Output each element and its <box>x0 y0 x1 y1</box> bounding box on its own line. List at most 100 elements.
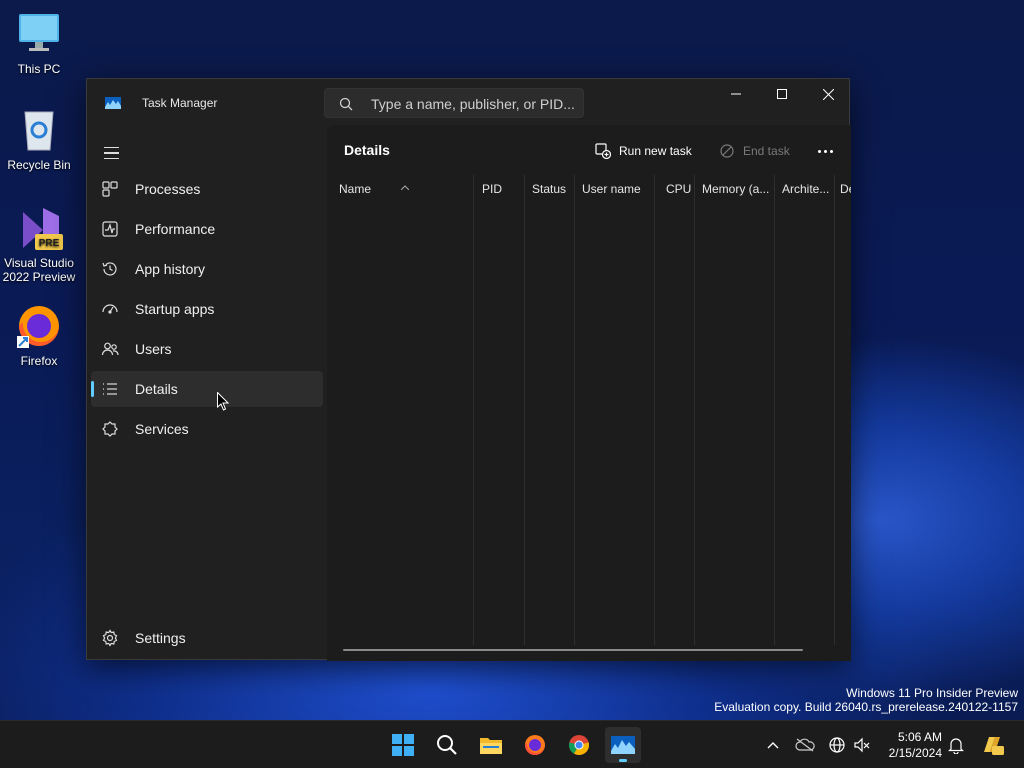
bell-icon <box>948 738 964 754</box>
column-divider[interactable] <box>574 175 575 645</box>
windows-logo-icon <box>392 734 414 756</box>
search-box[interactable] <box>324 88 584 118</box>
sidebar-item-settings[interactable]: Settings <box>91 620 323 656</box>
sidebar-item-users[interactable]: Users <box>91 331 323 367</box>
folder-icon <box>480 738 502 754</box>
more-options-button[interactable] <box>813 139 837 163</box>
column-divider[interactable] <box>654 175 655 645</box>
details-icon <box>101 380 119 398</box>
sidebar-item-label: Settings <box>135 630 186 646</box>
column-divider[interactable] <box>834 175 835 645</box>
sidebar-item-performance[interactable]: Performance <box>91 211 323 247</box>
start-button[interactable] <box>385 727 421 763</box>
column-header-cpu[interactable]: CPU <box>658 175 698 203</box>
performance-icon <box>101 220 119 238</box>
sidebar-item-label: Details <box>135 381 178 397</box>
sidebar-item-details[interactable]: Details <box>91 371 323 407</box>
search-icon <box>339 97 353 111</box>
gear-icon <box>101 629 119 647</box>
sidebar-item-label: Startup apps <box>135 301 215 317</box>
firefox-icon <box>525 735 545 755</box>
desktop-icon-label: This PC <box>17 62 61 76</box>
desktop-icon-firefox[interactable]: Firefox <box>0 302 78 368</box>
details-table: Name PID Status User name CPU Memory (a.… <box>331 175 851 645</box>
column-header-status[interactable]: Status <box>524 175 574 203</box>
active-app-indicator <box>619 759 627 762</box>
column-divider[interactable] <box>774 175 775 645</box>
column-header-user-name[interactable]: User name <box>574 175 654 203</box>
startup-apps-icon <box>101 300 119 318</box>
sidebar-item-label: Users <box>135 341 172 357</box>
minimize-icon <box>731 93 741 95</box>
notifications-button[interactable] <box>946 735 966 755</box>
chevron-up-icon <box>767 742 779 749</box>
end-task-button[interactable]: End task <box>719 137 790 165</box>
app-history-icon <box>101 260 119 278</box>
evaluation-watermark: Windows 11 Pro Insider Preview Evaluatio… <box>714 686 1018 714</box>
services-icon <box>101 420 119 438</box>
sidebar-item-label: App history <box>135 261 206 277</box>
window-title: Task Manager <box>142 96 218 110</box>
task-manager-icon <box>105 96 121 109</box>
maximize-button[interactable] <box>759 79 805 109</box>
desktop-icon-recycle-bin[interactable]: Recycle Bin <box>0 106 78 172</box>
column-divider[interactable] <box>473 175 474 645</box>
globe-icon <box>829 737 845 753</box>
sidebar-item-label: Services <box>135 421 189 437</box>
horizontal-scrollbar[interactable] <box>343 649 803 651</box>
hamburger-menu-button[interactable] <box>99 141 123 165</box>
active-indicator <box>91 381 94 397</box>
sidebar-item-startup-apps[interactable]: Startup apps <box>91 291 323 327</box>
minimize-button[interactable] <box>713 79 759 109</box>
desktop-icon-label-line1: Visual Studio <box>4 256 74 270</box>
sidebar-item-processes[interactable]: Processes <box>91 171 323 207</box>
run-new-task-label: Run new task <box>619 144 692 158</box>
onedrive-tray-button[interactable] <box>795 735 815 755</box>
run-new-task-button[interactable]: Run new task <box>595 137 692 165</box>
sidebar-item-label: Performance <box>135 221 216 237</box>
maximize-icon <box>777 89 787 99</box>
mouse-cursor-icon <box>217 391 230 411</box>
chrome-taskbar-button[interactable] <box>561 727 597 763</box>
title-bar[interactable]: Task Manager <box>87 79 849 125</box>
column-divider[interactable] <box>694 175 695 645</box>
task-manager-icon <box>611 736 635 754</box>
watermark-line-1: Windows 11 Pro Insider Preview <box>846 686 1018 700</box>
close-icon <box>822 88 834 100</box>
sidebar-item-app-history[interactable]: App history <box>91 251 323 287</box>
column-header-memory[interactable]: Memory (a... <box>694 175 774 203</box>
recycle-bin-icon <box>15 106 63 154</box>
copilot-button[interactable] <box>980 735 1004 755</box>
taskbar: 5:06 AM 2/15/2024 <box>0 720 1024 768</box>
sidebar-item-services[interactable]: Services <box>91 411 323 447</box>
column-divider[interactable] <box>524 175 525 645</box>
search-input[interactable] <box>371 94 576 114</box>
cloud-offline-icon <box>795 738 815 752</box>
chrome-icon <box>568 735 590 756</box>
desktop-icon-label-line2: 2022 Preview <box>2 270 76 284</box>
page-title: Details <box>344 142 390 158</box>
column-header-pid[interactable]: PID <box>474 175 524 203</box>
volume-tray-button[interactable] <box>852 735 872 755</box>
clock-time: 5:06 AM <box>897 730 942 744</box>
navigation-sidebar: Processes Performance App history Startu… <box>87 125 327 661</box>
desktop-icon-this-pc[interactable]: This PC <box>0 10 78 76</box>
pre-badge-text: PRE <box>39 238 60 249</box>
copilot-preview-icon <box>984 737 1004 755</box>
network-tray-button[interactable] <box>827 735 847 755</box>
show-hidden-icons-button[interactable] <box>763 735 783 755</box>
firefox-taskbar-button[interactable] <box>517 727 553 763</box>
column-header-architecture[interactable]: Archite... <box>774 175 834 203</box>
column-header-name[interactable]: Name <box>331 175 471 203</box>
desktop-icon-visual-studio[interactable]: PRE Visual Studio 2022 Preview <box>0 204 78 284</box>
search-icon <box>437 735 457 755</box>
file-explorer-button[interactable] <box>473 727 509 763</box>
search-taskbar-button[interactable] <box>429 727 465 763</box>
task-manager-taskbar-button[interactable] <box>605 727 641 763</box>
close-button[interactable] <box>805 79 851 109</box>
users-icon <box>101 340 119 358</box>
system-clock[interactable]: 5:06 AM 2/15/2024 <box>880 729 942 761</box>
details-panel: Details Run new task End task Name PID S… <box>327 125 851 661</box>
monitor-icon <box>15 10 63 58</box>
column-header-description[interactable]: De <box>834 175 851 203</box>
